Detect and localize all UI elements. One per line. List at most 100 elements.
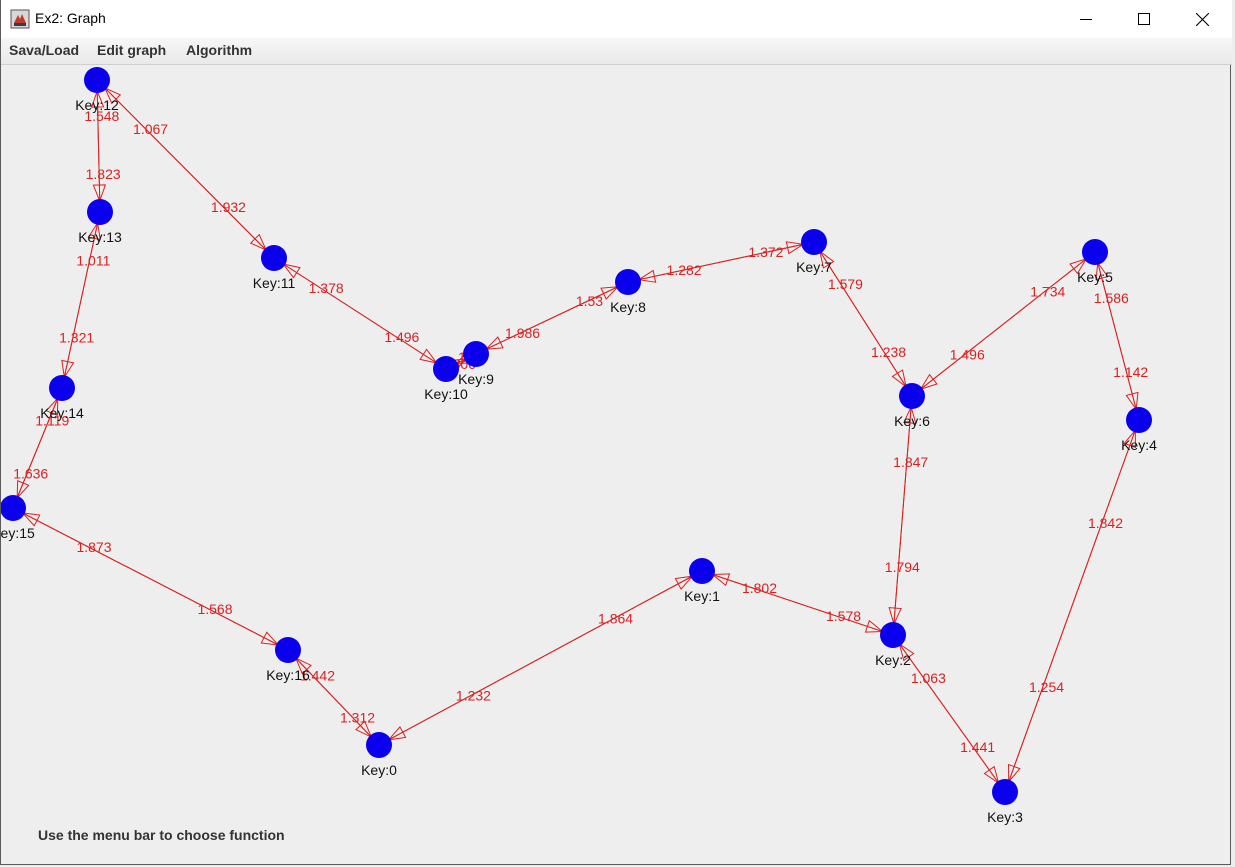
graph-node[interactable]: Key:15 <box>1 495 35 541</box>
node-label: Key:3 <box>987 809 1023 825</box>
node-label: Key:5 <box>1077 269 1113 285</box>
edge-line <box>475 281 629 355</box>
graph-node[interactable]: Key:8 <box>610 269 646 315</box>
node-circle[interactable] <box>275 637 301 663</box>
edge-line <box>701 570 894 636</box>
node-circle[interactable] <box>899 383 925 409</box>
edge-arrowhead <box>1007 763 1021 783</box>
edge-line <box>1004 419 1140 793</box>
node-label: Key:4 <box>1121 437 1157 453</box>
graph-edge: 1.232 <box>378 570 703 746</box>
node-circle[interactable] <box>689 558 715 584</box>
close-icon <box>1195 12 1209 26</box>
edge-weight-label: 1.067 <box>133 121 168 137</box>
edge-line <box>627 241 815 283</box>
edge-line <box>892 395 913 636</box>
node-circle[interactable] <box>801 229 827 255</box>
edge-weight-label: 1.53 <box>576 293 603 309</box>
edge-weight-label: 1.847 <box>893 454 928 470</box>
graph-edge: 1.496 <box>273 257 447 370</box>
graph-node[interactable]: Key:13 <box>78 199 122 245</box>
node-circle[interactable] <box>1126 407 1152 433</box>
edge-weight-label: 1.579 <box>828 276 863 292</box>
edge-weight-label: 1.321 <box>59 330 94 346</box>
minimize-button[interactable] <box>1057 0 1115 38</box>
node-label: Key:0 <box>361 762 397 778</box>
node-label: Key:14 <box>40 405 84 421</box>
graph-edge: 1.53 <box>475 281 629 355</box>
node-circle[interactable] <box>992 779 1018 805</box>
status-text: Use the menu bar to choose function <box>38 827 285 843</box>
graph-node[interactable]: Key:7 <box>796 229 832 275</box>
graph-edge: 1.254 <box>1004 419 1140 793</box>
graph-node[interactable]: Key:4 <box>1121 407 1157 453</box>
graph-edge: 1.734 <box>911 251 1096 397</box>
menu-bar: Sava/Load Edit graph Algorithm <box>1 38 1232 65</box>
node-label: Key:8 <box>610 299 646 315</box>
node-label: Key:15 <box>1 525 35 541</box>
edge-arrowhead <box>260 631 280 646</box>
edge-line <box>911 251 1096 397</box>
close-button[interactable] <box>1173 0 1231 38</box>
node-circle[interactable] <box>615 269 641 295</box>
node-label: Key:16 <box>266 667 310 683</box>
node-circle[interactable] <box>463 341 489 367</box>
edge-line <box>96 79 275 259</box>
edge-weight-label: 1.823 <box>86 166 121 182</box>
graph-edge: 1.442 <box>287 649 380 746</box>
node-label: Key:6 <box>894 413 930 429</box>
edge-weight-label: 1.568 <box>197 601 232 617</box>
maximize-button[interactable] <box>1115 0 1173 38</box>
node-circle[interactable] <box>87 199 113 225</box>
graph-node[interactable]: Key:6 <box>894 383 930 429</box>
edge-weight-label: 1.372 <box>748 244 783 260</box>
edge-line <box>378 570 703 746</box>
nodes-layer: Key:0 Key:1 Key:2 Key:3 Key:4 Key:5 Key:6 Key:7… <box>1 67 1157 825</box>
edge-weight-label: 1.802 <box>742 580 777 596</box>
edge-weight-label: 1.441 <box>960 739 995 755</box>
node-circle[interactable] <box>366 732 392 758</box>
graph-node[interactable]: Key:12 <box>75 67 119 113</box>
menu-save-load[interactable]: Sava/Load <box>9 42 79 58</box>
edges-layer: 1.8231.5481.9321.0671.3211.0111.6361.119… <box>12 79 1148 793</box>
edge-arrowhead <box>484 336 504 350</box>
edge-weight-label: 1.636 <box>13 465 48 481</box>
node-circle[interactable] <box>84 67 110 93</box>
graph-edge: 1.067 <box>96 79 275 259</box>
edge-line <box>273 257 447 370</box>
edge-weight-label: 1.011 <box>76 252 110 268</box>
edge-weight-label: 1.238 <box>871 344 906 360</box>
graph-edge: 1.847 <box>892 395 928 636</box>
graph-node[interactable]: Key:1 <box>684 558 720 604</box>
edge-weight-label: 1.496 <box>950 347 985 363</box>
edge-weight-label: 1.873 <box>76 539 111 555</box>
java-cup-icon <box>10 9 30 29</box>
node-circle[interactable] <box>880 622 906 648</box>
node-circle[interactable] <box>433 356 459 382</box>
node-circle[interactable] <box>1082 239 1108 265</box>
window-title: Ex2: Graph <box>35 10 106 26</box>
menu-algorithm[interactable]: Algorithm <box>186 42 252 58</box>
maximize-icon <box>1138 13 1150 25</box>
node-circle[interactable] <box>261 245 287 271</box>
graph-canvas[interactable]: 1.8231.5481.9321.0671.3211.0111.6361.119… <box>1 65 1232 865</box>
title-bar[interactable]: Ex2: Graph <box>1 0 1232 38</box>
edge-line <box>12 507 289 651</box>
edge-arrowhead <box>21 512 41 527</box>
node-label: Key:10 <box>424 386 468 402</box>
edge-weight-label: 1.142 <box>1113 364 1148 380</box>
edge-weight-label: 1.794 <box>885 559 920 575</box>
graph-node[interactable]: Key:14 <box>40 375 84 421</box>
graph-node[interactable]: Key:3 <box>987 779 1023 825</box>
edge-line <box>287 649 380 746</box>
node-label: Key:2 <box>875 652 911 668</box>
edge-arrowhead <box>600 286 620 300</box>
node-circle[interactable] <box>1 495 26 521</box>
node-label: Key:7 <box>796 259 832 275</box>
menu-edit-graph[interactable]: Edit graph <box>97 42 166 58</box>
app-window: Ex2: Graph Sava/Load Edit graph Algorith… <box>0 0 1232 865</box>
node-circle[interactable] <box>49 375 75 401</box>
graph-node[interactable]: Key:2 <box>875 622 911 668</box>
edge-weight-label: 1.232 <box>456 687 491 703</box>
node-label: Key:11 <box>253 275 296 291</box>
